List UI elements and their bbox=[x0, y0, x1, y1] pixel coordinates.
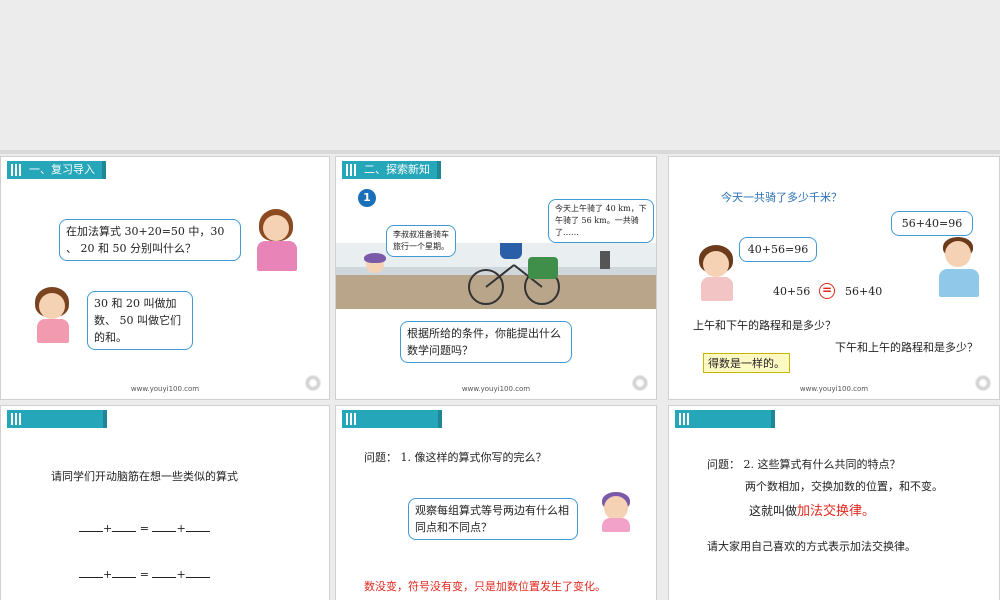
slide-title-bar bbox=[7, 410, 107, 428]
slide-title-bar bbox=[675, 410, 775, 428]
right-speech-bubble: 56+40=96 bbox=[891, 211, 973, 236]
slide-thumbnail-4[interactable]: 请同学们开动脑筋在想一些类似的算式 + = + + = + bbox=[0, 405, 330, 600]
question-line-2: 下午和上午的路程和是多少？ bbox=[835, 341, 978, 354]
question-line-1: 上午和下午的路程和是多少？ bbox=[693, 319, 836, 332]
fairy-figure bbox=[360, 253, 388, 277]
number-badge: 1 bbox=[358, 189, 376, 207]
corner-decoration bbox=[632, 375, 648, 391]
girl-figure bbox=[31, 287, 75, 345]
left-speech-bubble: 40+56=96 bbox=[739, 237, 817, 262]
slide-thumbnail-6[interactable]: 问题： 2. 这些算式有什么共同的特点？ 两个数相加，交换加数的位置，和不变。 … bbox=[668, 405, 1000, 600]
cyclist-speech-bubble: 今天上午骑了 40 km，下午骑了 56 km。一共骑了…… bbox=[548, 199, 654, 243]
slide-thumbnail-1[interactable]: 一、复习导入 在加法算式 30+20=50 中，30 、 20 和 50 分别叫… bbox=[0, 156, 330, 400]
girl-speech-bubble: 30 和 20 叫做加数、 50 叫做它们的和。 bbox=[87, 291, 193, 350]
hint-speech-bubble: 观察每组算式等号两边有什么相同点和不同点？ bbox=[408, 498, 578, 540]
blank-equation-row-1: + = + bbox=[79, 522, 210, 535]
slide-thumbnail-3[interactable]: 今天一共骑了多少千米？ 56+40=96 40+56=96 40+56 = 56… bbox=[668, 156, 1000, 400]
question-text: 问题： 2. 这些算式有什么共同的特点？ bbox=[707, 458, 901, 471]
question-text: 今天一共骑了多少千米？ bbox=[721, 191, 842, 204]
instruction-text: 请大家用自己喜欢的方式表示加法交换律。 bbox=[707, 540, 916, 553]
slide-title-bar bbox=[342, 410, 442, 428]
teacher-figure bbox=[251, 209, 301, 271]
question-speech-bubble: 根据所给的条件，你能提出什么数学问题吗？ bbox=[400, 321, 572, 363]
prompt-text: 请同学们开动脑筋在想一些类似的算式 bbox=[51, 470, 238, 483]
corner-decoration bbox=[975, 375, 991, 391]
slide-thumbnail-2[interactable]: 二、探索新知 1 今天上午骑了 40 km，下午骑了 56 km。一共骑了…… … bbox=[335, 156, 657, 400]
footer-url: www.youyi100.com bbox=[461, 385, 531, 393]
slide-title: 一、复习导入 bbox=[7, 161, 106, 179]
slide-title: 二、探索新知 bbox=[342, 161, 441, 179]
expression-right: 56+40 bbox=[845, 285, 883, 298]
blank-equation-row-2: + = + bbox=[79, 568, 210, 581]
conclusion-text: 数没变，符号没有变，只是加数位置发生了变化。 bbox=[364, 580, 606, 593]
rule-term: 加法交换律。 bbox=[797, 504, 876, 519]
question-text: 问题： 1. 像这样的算式你写的完么？ bbox=[364, 451, 547, 464]
fairy-figure bbox=[594, 490, 638, 534]
rule-description: 两个数相加，交换加数的位置，和不变。 bbox=[745, 480, 943, 493]
slide-thumbnail-5[interactable]: 问题： 1. 像这样的算式你写的完么？ 观察每组算式等号两边有什么相同点和不同点… bbox=[335, 405, 657, 600]
footer-url: www.youyi100.com bbox=[799, 385, 869, 393]
girl-figure bbox=[697, 245, 737, 301]
divider bbox=[0, 150, 1000, 154]
footer-url: www.youyi100.com bbox=[130, 385, 200, 393]
highlight-box: 得数是一样的。 bbox=[703, 353, 790, 373]
rule-name-line: 这就叫做加法交换律。 bbox=[749, 504, 876, 519]
empty-top-area bbox=[0, 0, 1000, 152]
boy-figure bbox=[935, 237, 983, 299]
expression-left: 40+56 bbox=[773, 285, 811, 298]
teacher-speech-bubble: 在加法算式 30+20=50 中，30 、 20 和 50 分别叫什么？ bbox=[59, 219, 241, 261]
fairy-speech-bubble: 李叔叔准备骑车旅行一个星期。 bbox=[386, 225, 456, 257]
equals-sign: = bbox=[819, 283, 835, 299]
corner-decoration bbox=[305, 375, 321, 391]
